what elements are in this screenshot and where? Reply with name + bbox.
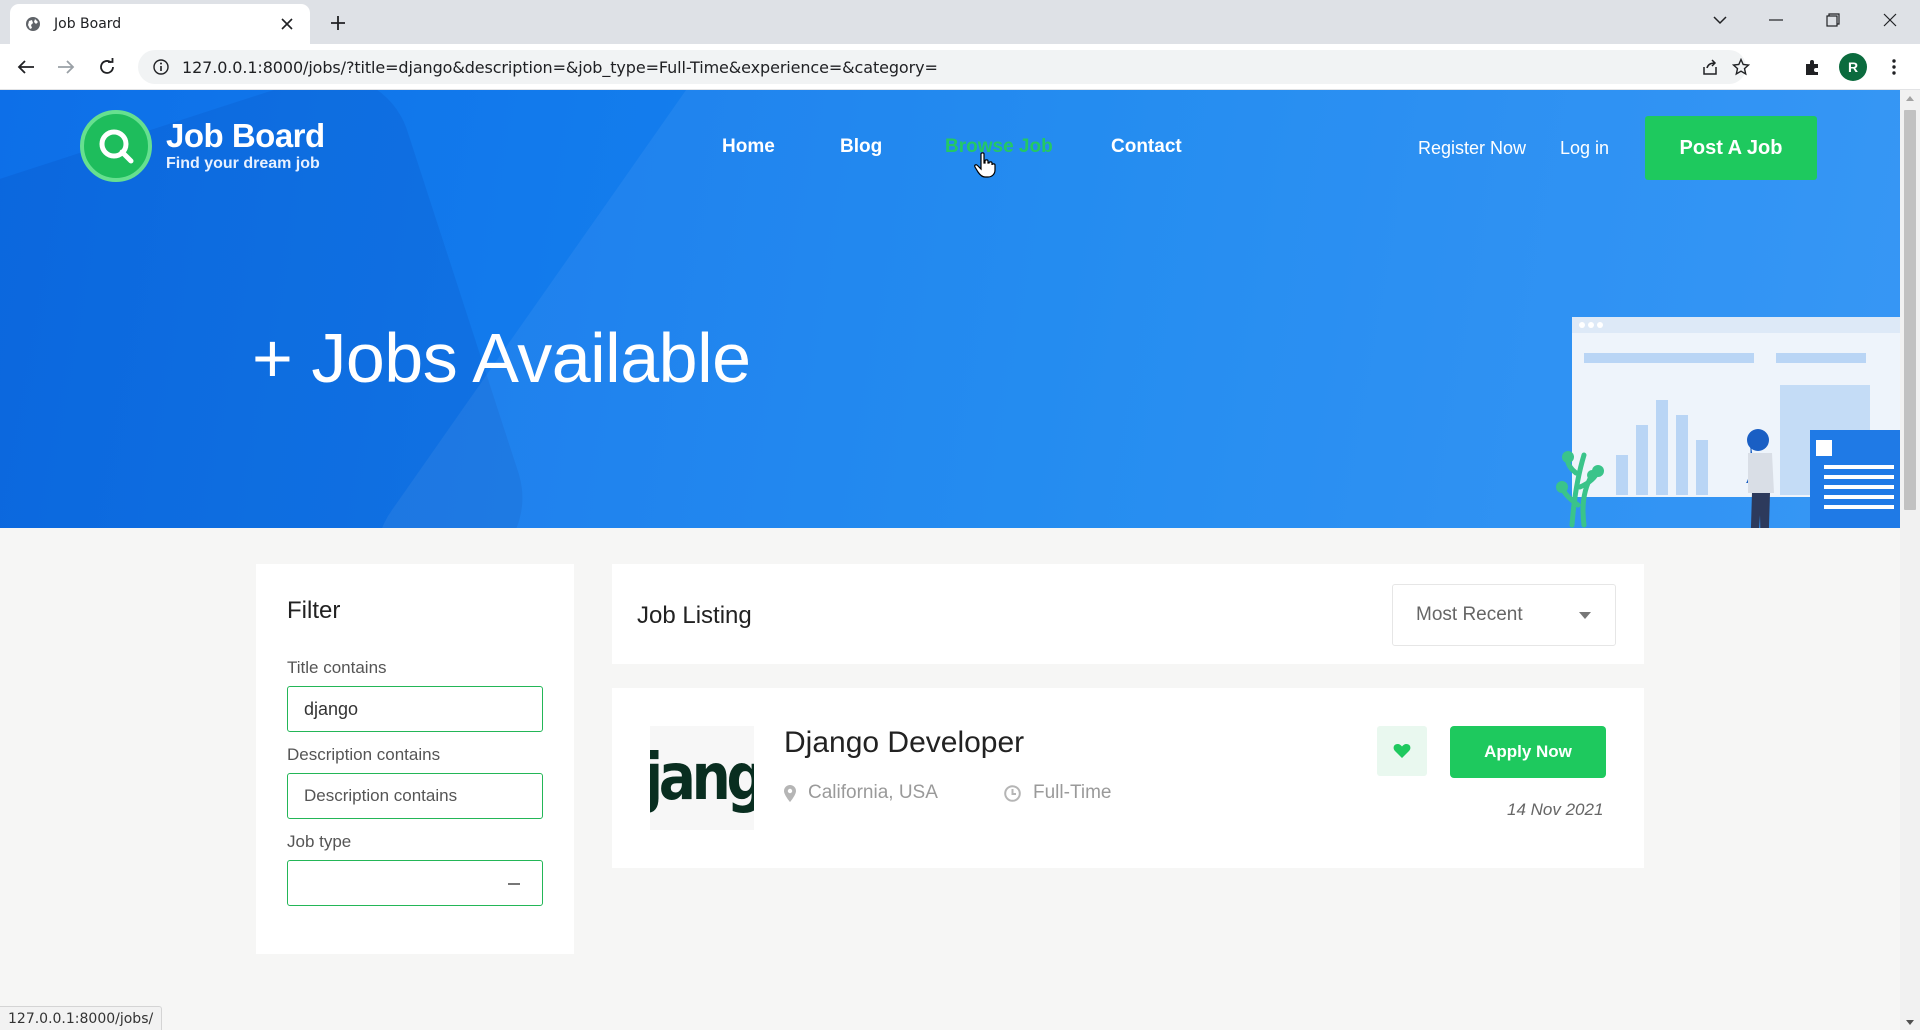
hand-cursor-icon [974,152,996,178]
extensions-icon[interactable] [1798,53,1826,81]
job-posted-date: 14 Nov 2021 [1507,800,1604,819]
globe-icon [24,15,42,33]
map-pin-icon [784,784,796,802]
nav-browse-job[interactable]: Browse Job [945,136,1053,158]
job-type: Full-Time [1004,782,1111,804]
site-logo[interactable]: Job Board Find your dream job [80,110,325,182]
address-bar[interactable]: 127.0.0.1:8000/jobs/?title=django&descri… [138,50,1750,84]
forward-icon[interactable] [52,53,80,81]
filter-panel: Filter Title contains django Description… [256,564,574,954]
register-link[interactable]: Register Now [1418,138,1526,159]
clock-icon [1004,784,1021,802]
caret-down-icon [1579,612,1591,619]
job-listing-heading: Job Listing [637,602,752,629]
company-logo[interactable]: django [650,726,754,830]
sort-selected-value: Most Recent [1416,604,1523,625]
scroll-up-icon[interactable] [1900,90,1920,106]
job-listing-header: Job Listing Most Recent [612,564,1644,664]
post-job-button[interactable]: Post A Job [1645,116,1817,180]
job-location-text: California, USA [808,782,938,803]
profile-avatar[interactable]: R [1839,53,1867,81]
select-caret-icon [508,883,520,885]
scroll-down-icon[interactable] [1900,1014,1920,1030]
page-viewport: Job Board Find your dream job Home Blog … [0,90,1900,1030]
link-status-bar: 127.0.0.1:8000/jobs/ [0,1006,163,1030]
nav-contact[interactable]: Contact [1111,136,1182,158]
job-title[interactable]: Django Developer [784,726,1024,760]
brand-name: Job Board [166,117,325,154]
reload-icon[interactable] [93,53,121,81]
login-link[interactable]: Log in [1560,138,1609,159]
job-type-select[interactable] [287,860,543,906]
restore-icon[interactable] [1805,0,1861,40]
menu-kebab-icon[interactable] [1880,53,1908,81]
back-icon[interactable] [12,53,40,81]
nav-home[interactable]: Home [722,136,775,158]
browser-tab[interactable]: Job Board [10,4,310,44]
hero-illustration [1556,317,1900,528]
search-logo-icon [80,110,152,182]
job-card: django Django Developer California, USA … [612,688,1644,868]
close-window-icon[interactable] [1862,0,1918,40]
new-tab-icon[interactable] [324,9,352,37]
page-scrollbar[interactable] [1900,90,1920,1030]
site-info-icon[interactable] [144,50,178,84]
description-contains-label: Description contains [287,745,441,764]
title-contains-input[interactable]: django [287,686,543,732]
title-contains-label: Title contains [287,658,387,677]
description-contains-input[interactable]: Description contains [287,773,543,819]
browser-tabstrip: Job Board [0,0,1920,44]
bookmark-star-icon[interactable] [1724,50,1758,84]
browser-toolbar: 127.0.0.1:8000/jobs/?title=django&descri… [0,44,1920,90]
favorite-button[interactable] [1377,726,1427,776]
scrollbar-thumb[interactable] [1904,110,1916,510]
django-logo-text: django [650,741,754,815]
tab-search-icon[interactable] [1692,0,1748,40]
filter-heading: Filter [287,597,341,624]
job-type-label: Job type [287,832,352,851]
job-type-text: Full-Time [1033,782,1112,803]
heart-icon [1393,743,1411,758]
nav-blog[interactable]: Blog [840,136,882,158]
hero-title: + Jobs Available [252,319,751,397]
hero-banner: Job Board Find your dream job Home Blog … [0,90,1900,528]
job-location: California, USA [784,782,938,804]
close-tab-icon[interactable] [276,13,298,35]
apply-now-button[interactable]: Apply Now [1450,726,1606,778]
sort-select[interactable]: Most Recent [1392,584,1616,646]
url-text: 127.0.0.1:8000/jobs/?title=django&descri… [182,57,938,77]
share-icon[interactable] [1693,50,1727,84]
minimize-icon[interactable] [1748,0,1804,40]
tab-title: Job Board [54,16,122,32]
brand-tagline: Find your dream job [166,155,320,172]
